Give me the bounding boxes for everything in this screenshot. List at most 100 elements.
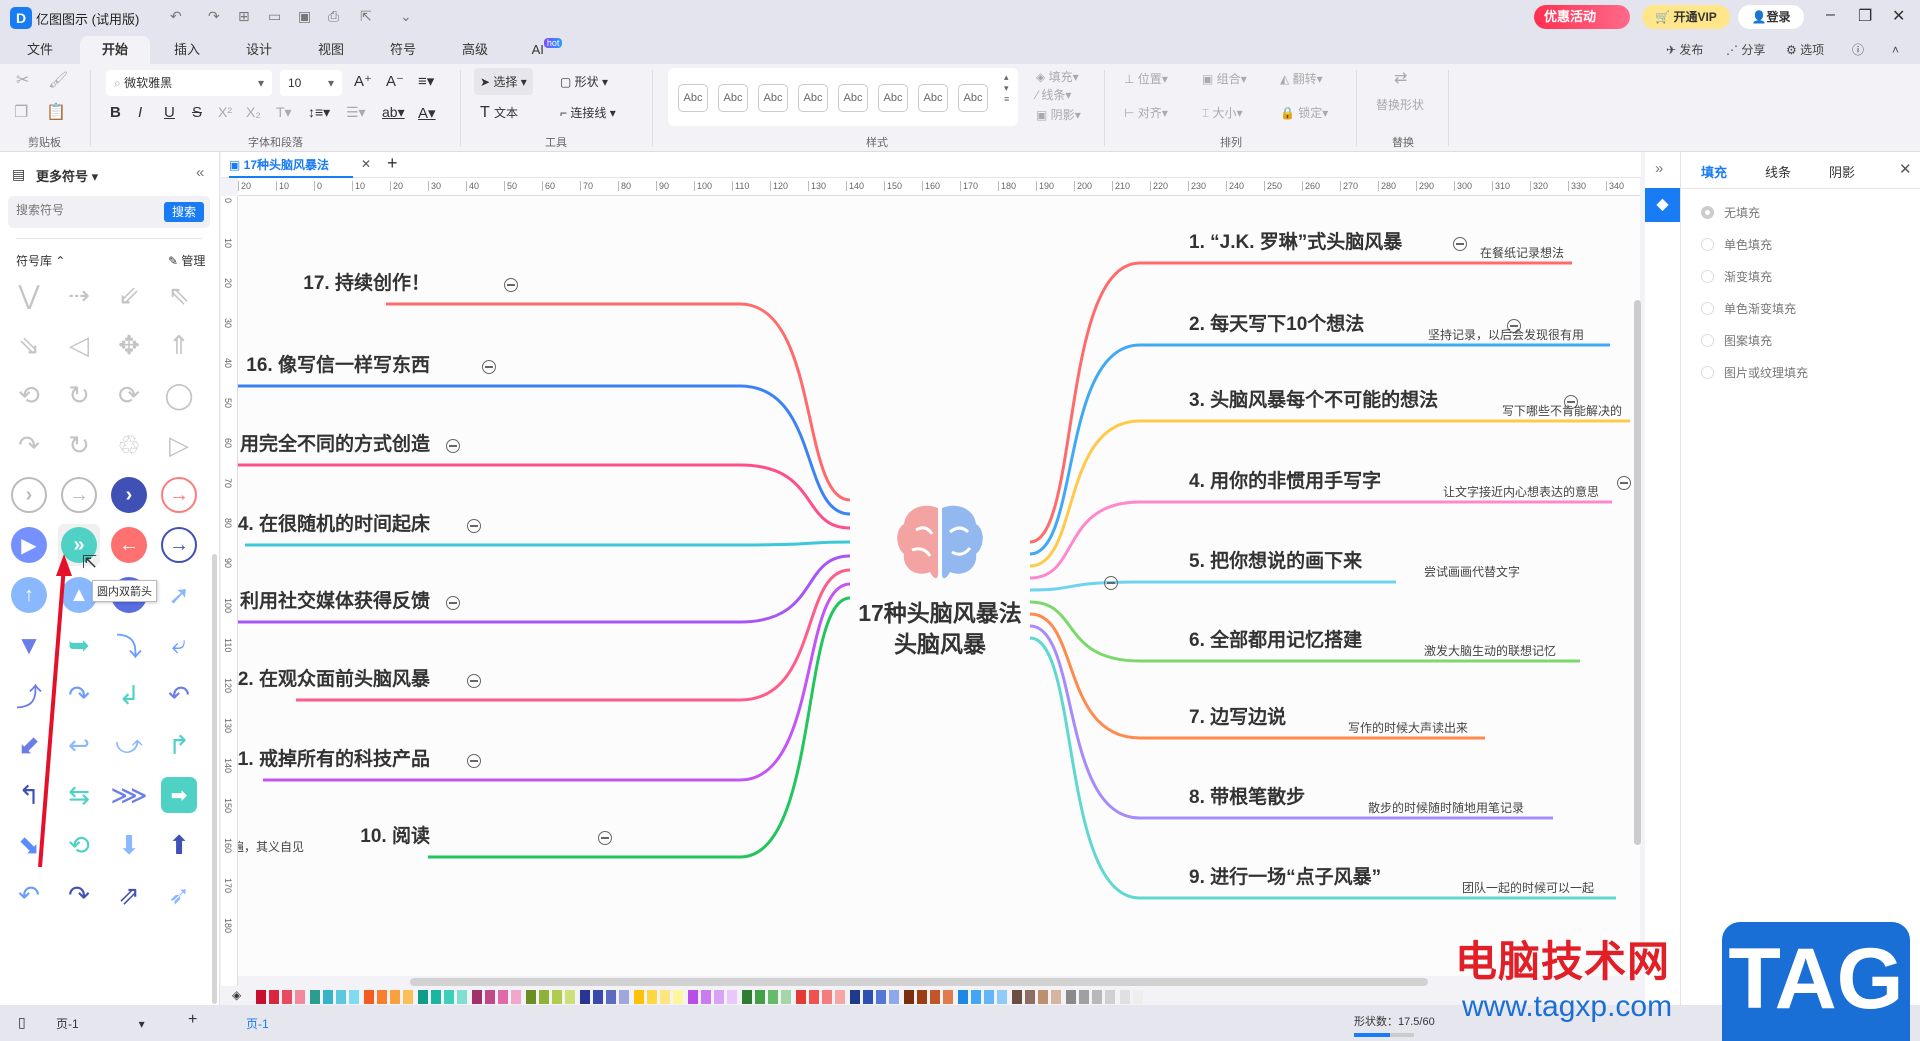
branch-topic[interactable]: 10. 阅读 — [360, 821, 430, 848]
branch-note[interactable]: 让文字接近内心想表达的意思 — [1443, 483, 1599, 500]
arrow-left-circle-icon[interactable]: ← — [108, 524, 150, 566]
style-sample[interactable]: Abc — [798, 84, 828, 112]
add-page-icon[interactable]: + — [188, 1011, 197, 1029]
customize-icon[interactable]: ⌄ — [400, 8, 412, 25]
option-single-gradient-fill[interactable]: 单色渐变填充 — [1701, 300, 1796, 317]
arrow-circle-pink-icon[interactable]: → — [158, 474, 200, 516]
decrease-font-icon[interactable]: A⁻ — [386, 72, 404, 90]
arrow-up-icon[interactable]: ⬆ — [158, 824, 200, 866]
expand-panel-icon[interactable]: » — [1655, 160, 1663, 177]
replace-shape-icon[interactable]: ⇄ — [1394, 68, 1407, 88]
font-color-icon[interactable]: A▾ — [418, 104, 436, 122]
branch-topic[interactable]: 4. 用你的非惯用手写字 — [1189, 466, 1381, 493]
color-swatch[interactable] — [1105, 990, 1115, 1004]
collapse-toggle-icon[interactable] — [446, 596, 460, 610]
panel-scrollbar[interactable] — [212, 554, 217, 1004]
symbol-search-input[interactable] — [16, 203, 156, 217]
color-swatch[interactable] — [431, 990, 441, 1004]
color-swatch[interactable] — [444, 990, 454, 1004]
wave-arrow-icon[interactable]: ⤻ — [108, 724, 150, 766]
curved-arrow-down-icon[interactable]: ⤵ — [108, 624, 150, 666]
arrow-right-circle-outline-icon[interactable]: → — [158, 524, 200, 566]
branch-topic[interactable]: 3. 头脑风暴每个不可能的想法 — [1189, 385, 1438, 412]
branch-note[interactable]: 写作的时候大声读出来 — [1348, 719, 1468, 736]
page-tab[interactable]: 页-1 — [246, 1015, 269, 1032]
add-tab-icon[interactable]: + — [387, 153, 398, 174]
color-swatch[interactable] — [619, 990, 629, 1004]
fill-panel-icon[interactable]: ◆ — [1645, 188, 1680, 222]
arrow-down-right-outline-icon[interactable]: ⇘ — [8, 324, 50, 366]
branch-topic[interactable]: 12. 在观众面前头脑风暴 — [238, 664, 430, 691]
color-swatch[interactable] — [269, 990, 279, 1004]
highlight-icon[interactable]: ab▾ — [382, 104, 405, 121]
color-swatch[interactable] — [323, 990, 333, 1004]
increase-font-icon[interactable]: A⁺ — [354, 72, 372, 90]
collapse-toggle-icon[interactable] — [482, 360, 496, 374]
color-swatch[interactable] — [822, 990, 832, 1004]
tab-design[interactable]: 设计 — [224, 36, 294, 64]
shape-tool-button[interactable]: ▢ 形状 ▾ — [560, 73, 608, 90]
color-swatch[interactable] — [457, 990, 467, 1004]
color-swatch[interactable] — [1038, 990, 1048, 1004]
tab-insert[interactable]: 插入 — [152, 36, 222, 64]
color-swatch[interactable] — [863, 990, 873, 1004]
color-swatch[interactable] — [1092, 990, 1102, 1004]
replace-shape-button[interactable]: 替换形状 — [1376, 96, 1424, 113]
color-swatch[interactable] — [498, 990, 508, 1004]
save-icon[interactable]: ▣ — [298, 8, 311, 25]
connector-tool-button[interactable]: ⌐ 连接线 ▾ — [560, 104, 616, 121]
dotted-arrow-right-icon[interactable]: ⇢ — [58, 274, 100, 316]
refresh-arrows-icon[interactable]: ⟲ — [8, 374, 50, 416]
position-button[interactable]: ⊥ 位置▾ — [1124, 70, 1168, 87]
color-swatch[interactable] — [1120, 990, 1130, 1004]
vip-button[interactable]: 🛒 开通VIP — [1642, 5, 1730, 29]
branch-note[interactable]: 坚持记录，以后会发现很有用 — [1428, 326, 1584, 343]
tab-advanced[interactable]: 高级 — [440, 36, 510, 64]
branch-topic[interactable]: 2. 每天写下10个想法 — [1189, 309, 1364, 336]
strikethrough-icon[interactable]: S — [192, 104, 202, 121]
color-swatch[interactable] — [485, 990, 495, 1004]
color-swatch[interactable] — [282, 990, 292, 1004]
tab-home[interactable]: 开始 — [80, 36, 150, 64]
chevron-circle-solid-icon[interactable]: › — [108, 474, 150, 516]
color-swatch[interactable] — [835, 990, 845, 1004]
branch-note[interactable]: 在餐纸记录想法 — [1480, 244, 1564, 261]
paste-icon[interactable]: 📋 — [46, 102, 66, 122]
color-swatch[interactable] — [364, 990, 374, 1004]
restore-icon[interactable]: ❐ — [1858, 6, 1872, 26]
curved-forward-arrow-icon[interactable]: ↷ — [58, 874, 100, 916]
color-swatch[interactable] — [673, 990, 683, 1004]
text-effect-icon[interactable]: T▾ — [276, 104, 292, 121]
group-button[interactable]: ▣ 组合▾ — [1202, 70, 1247, 87]
color-swatch[interactable] — [984, 990, 994, 1004]
chevron-circle-outline-icon[interactable]: › — [8, 474, 50, 516]
style-sample[interactable]: Abc — [718, 84, 748, 112]
curl-arrow-icon[interactable]: ↶ — [158, 674, 200, 716]
shadow-button[interactable]: ▣ 阴影▾ — [1036, 106, 1081, 123]
branch-note[interactable]: 激发大脑生动的联想记忆 — [1424, 642, 1556, 659]
color-swatch[interactable] — [727, 990, 737, 1004]
document-tab[interactable]: ▣ 17种头脑风暴法 — [229, 152, 354, 178]
option-pattern-fill[interactable]: 图案填充 — [1701, 332, 1772, 349]
play-circle-outline-icon[interactable]: ▷ — [158, 424, 200, 466]
color-swatch[interactable] — [565, 990, 575, 1004]
cut-icon[interactable]: ✂ — [16, 70, 29, 90]
color-swatch[interactable] — [403, 990, 413, 1004]
color-swatch[interactable] — [917, 990, 927, 1004]
minimize-icon[interactable]: – — [1826, 6, 1835, 24]
font-size-select[interactable]: 10 ▾ — [280, 70, 342, 96]
color-swatch[interactable] — [336, 990, 346, 1004]
collapse-toggle-icon[interactable] — [467, 674, 481, 688]
color-swatch[interactable] — [310, 990, 320, 1004]
arrow-circle-outline-icon[interactable]: → — [58, 474, 100, 516]
arrow-box-right-icon[interactable]: ➡ — [158, 774, 200, 816]
color-swatch[interactable] — [850, 990, 860, 1004]
zigzag-arrow-icon[interactable]: ⇗ — [108, 874, 150, 916]
color-swatch[interactable] — [526, 990, 536, 1004]
tab-ai[interactable]: AI hot — [512, 36, 582, 64]
collapse-toggle-icon[interactable] — [598, 831, 612, 845]
color-swatch[interactable] — [418, 990, 428, 1004]
undo-icon[interactable]: ↶ — [170, 8, 182, 25]
swoosh-arrow-icon[interactable]: ➶ — [158, 874, 200, 916]
collapse-toggle-icon[interactable] — [467, 519, 481, 533]
